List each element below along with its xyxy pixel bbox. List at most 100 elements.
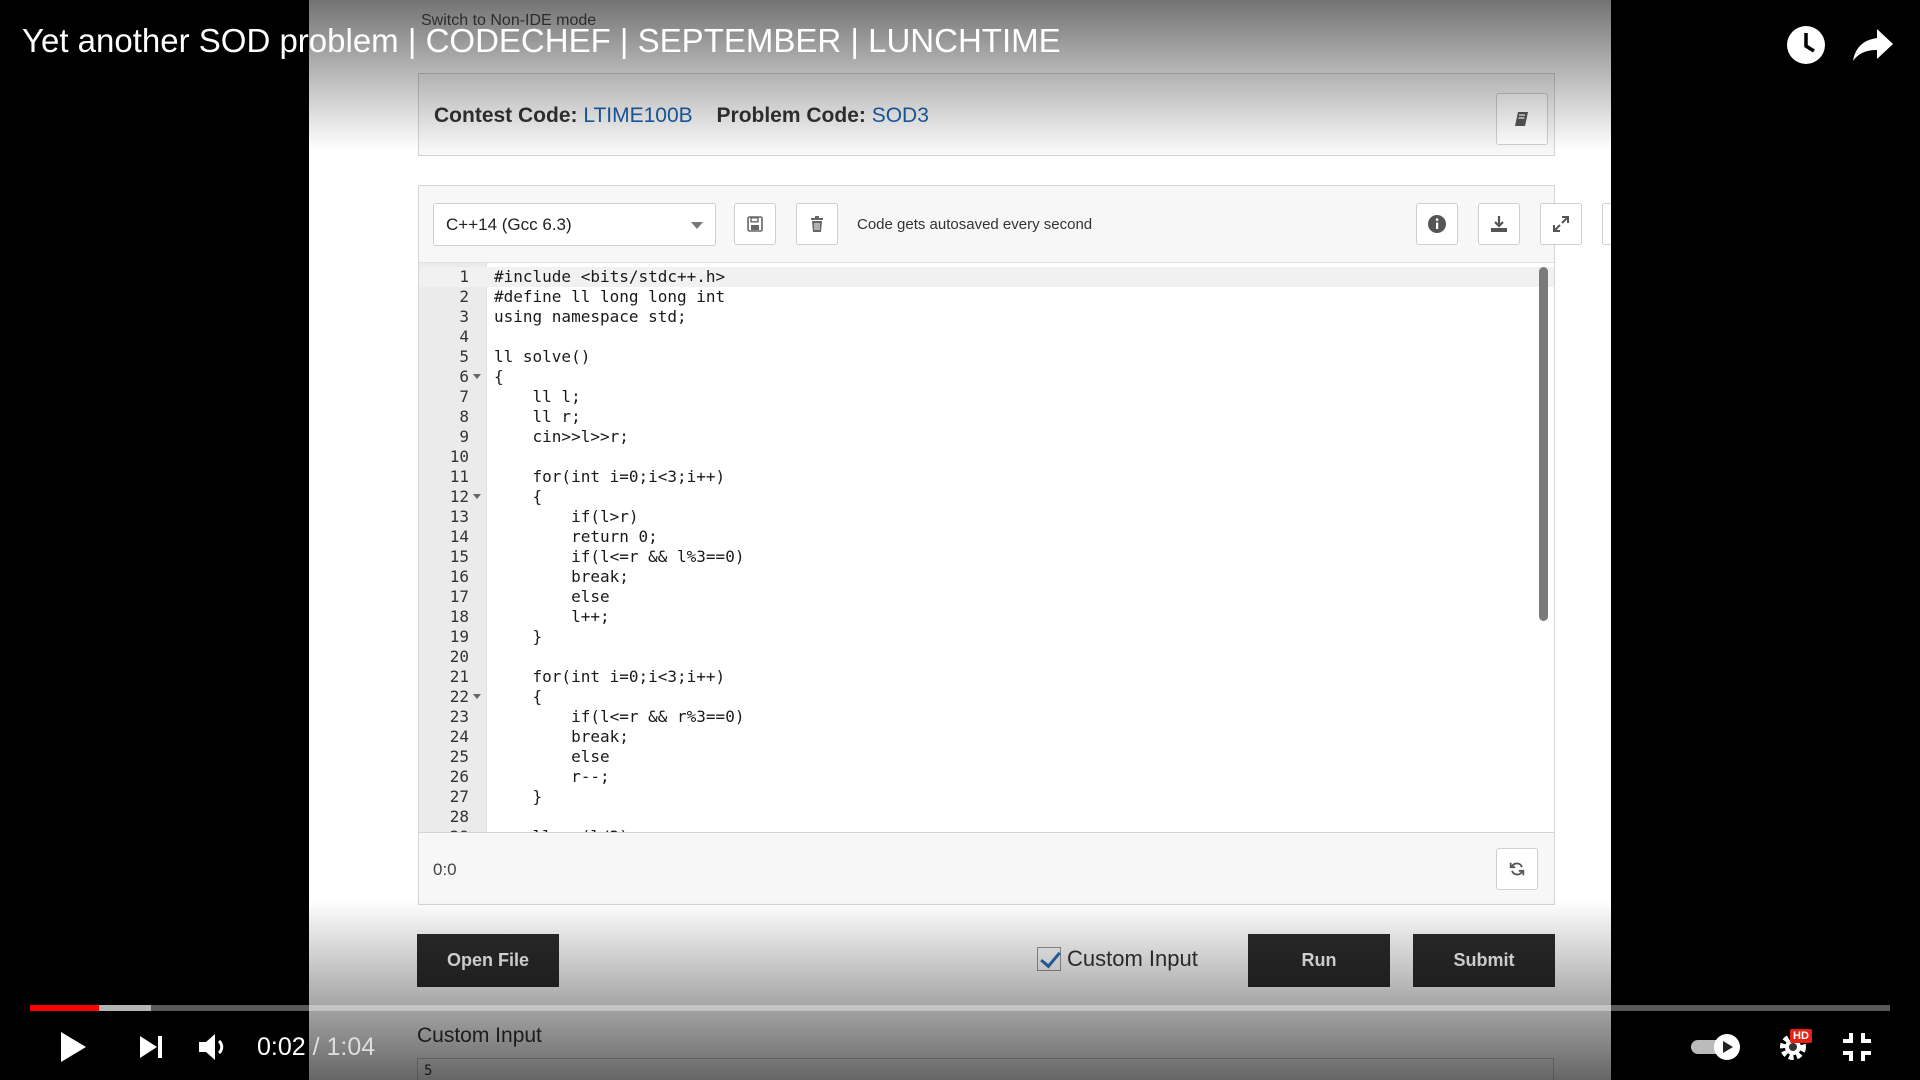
- expand-button[interactable]: [1540, 203, 1582, 245]
- code-text: if(l>r): [494, 507, 639, 526]
- watch-later-button[interactable]: [1781, 20, 1831, 70]
- code-text: else: [494, 587, 610, 606]
- code-text: ll r;: [494, 407, 581, 426]
- line-number: 3: [459, 307, 469, 326]
- code-line: 23 if(l<=r && r%3==0): [419, 707, 1554, 727]
- code-line: 27 }: [419, 787, 1554, 807]
- code-text: ll l;: [494, 387, 581, 406]
- code-line: 10: [419, 447, 1554, 467]
- line-number: 10: [449, 447, 469, 466]
- code-text: {: [494, 367, 504, 386]
- save-button[interactable]: [734, 203, 776, 245]
- code-line: 19 }: [419, 627, 1554, 647]
- code-text: return 0;: [494, 527, 658, 546]
- exit-fullscreen-button[interactable]: [1834, 1025, 1880, 1069]
- settings-button[interactable]: HD: [1770, 1025, 1816, 1069]
- volume-button[interactable]: [191, 1025, 237, 1069]
- contest-code-link[interactable]: LTIME100B: [583, 104, 692, 127]
- line-number: 11: [449, 467, 469, 486]
- code-line: 1 #include <bits/stdc++.h>: [419, 267, 1554, 287]
- info-button[interactable]: [1416, 203, 1458, 245]
- autoplay-toggle[interactable]: [1688, 1025, 1746, 1069]
- share-arrow-icon: [1853, 29, 1893, 61]
- share-button[interactable]: [1848, 20, 1898, 70]
- hd-badge: HD: [1790, 1029, 1812, 1043]
- problem-book-button[interactable]: [1496, 93, 1548, 145]
- code-text: ll solve(): [494, 347, 591, 366]
- editor-status-bar: 0:0: [419, 832, 1554, 904]
- line-number: 16: [449, 567, 469, 586]
- code-line: 15 if(l<=r && l%3==0): [419, 547, 1554, 567]
- code-text: }: [494, 787, 543, 806]
- code-text: break;: [494, 567, 629, 586]
- time-display: 0:02 / 1:04: [257, 1033, 375, 1062]
- line-number: 7: [459, 387, 469, 406]
- code-line: 25 else: [419, 747, 1554, 767]
- line-number: 25: [449, 747, 469, 766]
- custom-input-heading: Custom Input: [417, 1024, 542, 1047]
- problem-code-link[interactable]: SOD3: [872, 104, 929, 127]
- autosave-note: Code gets autosaved every second: [857, 216, 1093, 233]
- next-button[interactable]: [128, 1025, 174, 1069]
- line-number: 23: [449, 707, 469, 726]
- delete-button[interactable]: [796, 203, 838, 245]
- save-icon: [747, 216, 763, 232]
- video-title[interactable]: Yet another SOD problem | CODECHEF | SEP…: [22, 22, 1061, 60]
- code-text: #define ll long long int: [494, 287, 726, 306]
- line-number: 8: [459, 407, 469, 426]
- custom-input-checkbox[interactable]: Custom Input: [1037, 946, 1198, 972]
- fold-arrow-icon[interactable]: [473, 694, 481, 699]
- contest-info-text: Contest Code: LTIME100B Problem Code: SO…: [434, 104, 947, 128]
- clock-icon: [1787, 26, 1825, 64]
- book-icon: [1515, 112, 1528, 126]
- code-line: 9 cin>>l>>r;: [419, 427, 1554, 447]
- code-line: 7 ll l;: [419, 387, 1554, 407]
- code-line: 20: [419, 647, 1554, 667]
- line-number: 20: [449, 647, 469, 666]
- code-editor[interactable]: 1 #include <bits/stdc++.h> 2 #define ll lon…: [419, 262, 1554, 832]
- info-icon: [1428, 215, 1446, 233]
- trash-icon: [811, 216, 823, 232]
- fold-arrow-icon[interactable]: [473, 374, 481, 379]
- line-number: 4: [459, 327, 469, 346]
- code-text: #include <bits/stdc++.h>: [494, 267, 726, 286]
- code-text: r--;: [494, 767, 610, 786]
- play-button[interactable]: [50, 1025, 96, 1069]
- line-number: 27: [449, 787, 469, 806]
- code-line: 22 {: [419, 687, 1554, 707]
- code-line: 17 else: [419, 587, 1554, 607]
- checkmark-icon: [1037, 947, 1061, 971]
- line-number: 12: [449, 487, 469, 506]
- code-text: if(l<=r && l%3==0): [494, 547, 745, 566]
- code-line: 4: [419, 327, 1554, 347]
- open-file-button[interactable]: Open File: [417, 934, 559, 987]
- code-line: 13 if(l>r): [419, 507, 1554, 527]
- language-select[interactable]: C++14 (Gcc 6.3): [433, 203, 716, 246]
- reset-code-button[interactable]: [1496, 848, 1538, 890]
- code-line: 2 #define ll long long int: [419, 287, 1554, 307]
- code-line: 24 break;: [419, 727, 1554, 747]
- fold-arrow-icon[interactable]: [473, 494, 481, 499]
- skip-next-icon: [140, 1036, 162, 1058]
- line-number: 14: [449, 527, 469, 546]
- code-text: {: [494, 687, 543, 706]
- download-button[interactable]: [1478, 203, 1520, 245]
- line-number: 6: [459, 367, 469, 386]
- line-number: 15: [449, 547, 469, 566]
- editor-settings-button[interactable]: [1602, 203, 1611, 245]
- line-number: 5: [459, 347, 469, 366]
- editor-scrollbar[interactable]: [1539, 267, 1548, 621]
- code-text: for(int i=0;i<3;i++): [494, 467, 726, 486]
- play-icon: [61, 1032, 86, 1062]
- code-line: 3 using namespace std;: [419, 307, 1554, 327]
- contest-info-bar: Contest Code: LTIME100B Problem Code: SO…: [418, 73, 1555, 156]
- contest-code-label: Contest Code:: [434, 104, 578, 127]
- custom-input-field[interactable]: 5: [417, 1058, 1554, 1080]
- line-number: 17: [449, 587, 469, 606]
- time-separator: /: [305, 1033, 327, 1061]
- seek-bar[interactable]: [30, 1005, 1890, 1011]
- submit-button[interactable]: Submit: [1413, 934, 1555, 987]
- run-button[interactable]: Run: [1248, 934, 1390, 987]
- duration: 1:04: [326, 1033, 376, 1061]
- language-select-value: C++14 (Gcc 6.3): [446, 215, 572, 234]
